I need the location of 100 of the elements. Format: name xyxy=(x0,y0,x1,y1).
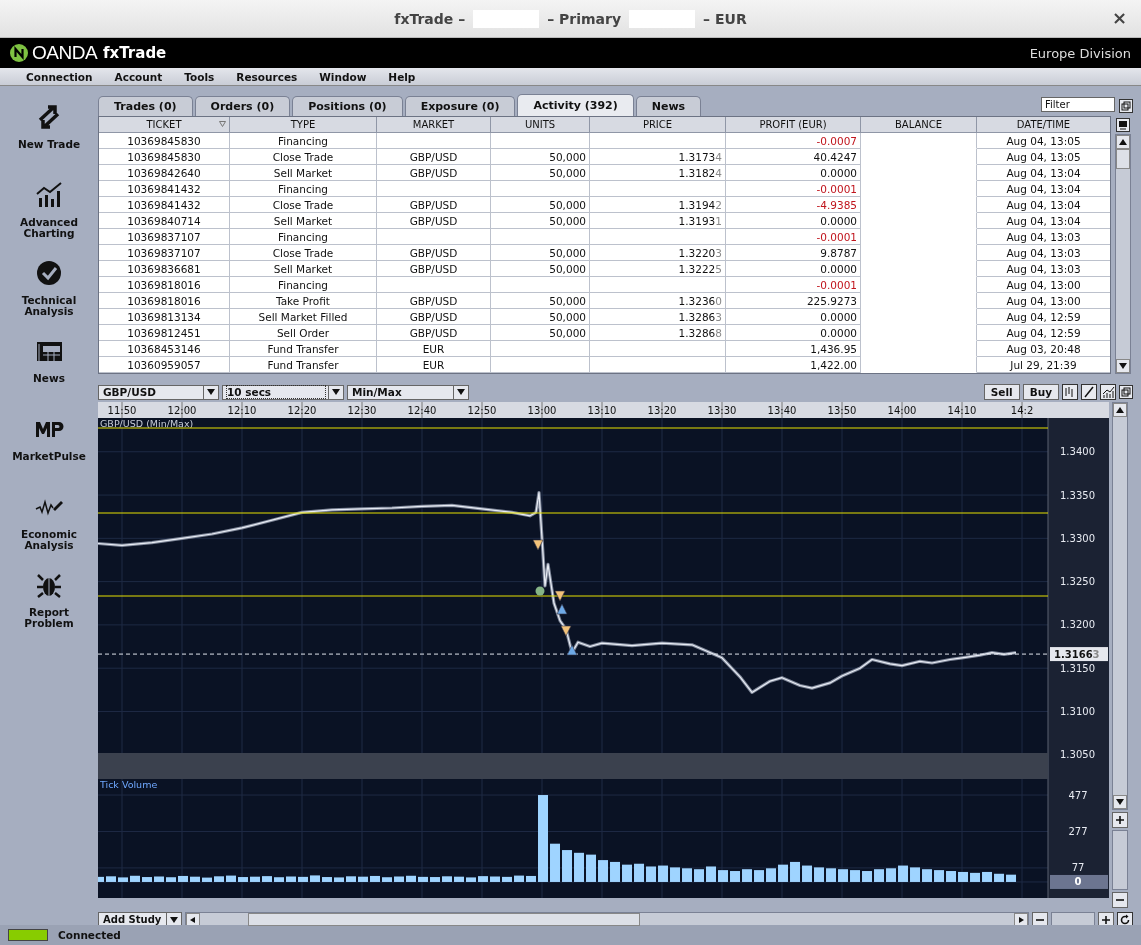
table-cell: Aug 03, 20:48 xyxy=(977,341,1110,357)
line-tool-icon[interactable] xyxy=(1081,384,1097,400)
close-button[interactable]: × xyxy=(1109,9,1129,27)
volume-bar xyxy=(826,868,836,882)
interval-dropdown[interactable]: 10 secs xyxy=(222,384,344,400)
menu-item[interactable]: Tools xyxy=(184,70,215,83)
column-header[interactable]: TICKET xyxy=(99,117,230,133)
table-settings-icon[interactable] xyxy=(1116,118,1130,132)
caret-icon[interactable] xyxy=(207,389,215,395)
column-header[interactable]: TYPE xyxy=(230,117,377,133)
trade-button[interactable]: Buy xyxy=(1022,384,1059,400)
table-cell: Fund Transfer xyxy=(230,357,377,373)
table-cell: 1.32868 xyxy=(590,325,726,341)
sidebar-item[interactable]: Report Problem xyxy=(4,607,94,629)
scroll-right-icon[interactable] xyxy=(1017,916,1025,923)
caret-icon[interactable] xyxy=(457,389,465,395)
tab[interactable]: Orders (0) xyxy=(194,96,291,116)
scroll-down-icon[interactable] xyxy=(1119,363,1127,369)
sidebar-item[interactable]: Technical Analysis xyxy=(4,295,94,317)
sidebar-item[interactable]: New Trade xyxy=(4,139,94,150)
volume-bar xyxy=(910,867,920,882)
instrument-dropdown[interactable]: GBP/USD xyxy=(98,384,219,400)
popout-icon[interactable] xyxy=(1119,385,1133,399)
tab[interactable]: Trades (0) xyxy=(98,96,193,116)
scroll-left-icon[interactable] xyxy=(189,916,197,923)
zoom-field[interactable] xyxy=(1051,912,1095,927)
menu-item[interactable]: Window xyxy=(319,70,367,83)
tab[interactable]: Activity (392) xyxy=(517,94,634,116)
time-label: 12:10 xyxy=(227,405,257,416)
trade-markers-drawing[interactable] xyxy=(532,539,578,656)
table-cell: Financing xyxy=(230,277,377,293)
column-header[interactable]: BALANCE xyxy=(861,117,977,133)
volume-bar xyxy=(934,870,944,882)
scroll-down-icon[interactable] xyxy=(1116,799,1124,805)
volume-bar xyxy=(274,877,284,882)
division-label: Europe Division xyxy=(1029,45,1131,61)
volume-bar xyxy=(226,875,236,882)
table-cell: 0.0000 xyxy=(726,325,861,341)
caret-icon[interactable] xyxy=(332,389,340,395)
table-cell: 10369837107 xyxy=(99,245,230,261)
table-cell: GBP/USD xyxy=(377,197,491,213)
column-header[interactable]: PROFIT (EUR) xyxy=(726,117,861,133)
scroll-up-icon[interactable] xyxy=(1116,407,1124,413)
column-header[interactable]: PRICE xyxy=(590,117,726,133)
table-cell: 10369836681 xyxy=(99,261,230,277)
bars-icon[interactable] xyxy=(1062,384,1078,400)
volume-bar xyxy=(490,876,500,882)
table-cell: Aug 04, 13:00 xyxy=(977,293,1110,309)
caret-icon[interactable] xyxy=(170,916,178,923)
sidebar-item[interactable]: News xyxy=(4,373,94,384)
sidebar-item[interactable]: Economic Analysis xyxy=(4,529,94,551)
table-cell: 1.31734 xyxy=(590,149,726,165)
tab[interactable]: Positions (0) xyxy=(292,96,403,116)
volume-bar xyxy=(814,867,824,882)
menu-item[interactable]: Help xyxy=(388,70,416,83)
chart-icon[interactable] xyxy=(34,180,64,210)
sidebar-item[interactable]: MarketPulse xyxy=(4,451,94,462)
scrollbar[interactable] xyxy=(1115,134,1131,374)
tab[interactable]: Exposure (0) xyxy=(404,96,516,116)
scroll-thumb[interactable] xyxy=(1116,149,1130,169)
time-label: 14:10 xyxy=(947,405,977,416)
zoom-in-icon[interactable] xyxy=(1112,812,1128,828)
volume-bar xyxy=(334,877,344,882)
chart-title: GBP/USD (Min/Max) xyxy=(100,418,194,429)
volume-bar xyxy=(406,875,416,882)
volume-bar xyxy=(790,861,800,882)
table-cell: Sell Market xyxy=(230,213,377,229)
volume-bar xyxy=(130,875,140,882)
sidebar-item[interactable]: Advanced Charting xyxy=(4,217,94,239)
scroll-thumb[interactable] xyxy=(248,913,640,926)
checkmark-icon[interactable] xyxy=(34,258,64,288)
column-header[interactable]: UNITS xyxy=(491,117,590,133)
zoom-out-icon[interactable] xyxy=(1112,892,1128,908)
table-cell: -0.0001 xyxy=(726,181,861,197)
price-label: 1.3350 xyxy=(1060,489,1095,501)
menu-item[interactable]: Connection xyxy=(26,70,93,83)
filter-field[interactable]: Filter xyxy=(1041,97,1115,112)
volume-bar xyxy=(514,875,524,882)
menu-item[interactable]: Account xyxy=(114,70,163,83)
volume-bar xyxy=(502,876,512,882)
scrollbar[interactable] xyxy=(1112,402,1128,810)
volume-bar xyxy=(154,876,164,882)
column-header[interactable]: DATE/TIME xyxy=(977,117,1110,133)
trade-button[interactable]: Sell xyxy=(983,384,1020,400)
price-label: 1.3250 xyxy=(1060,576,1095,588)
sort-icon[interactable] xyxy=(219,121,226,127)
table-cell: 1.31942 xyxy=(590,197,726,213)
table-cell: GBP/USD xyxy=(377,149,491,165)
style-dropdown[interactable]: Min/Max xyxy=(347,384,469,400)
volume-bar xyxy=(850,870,860,882)
volume-bar xyxy=(98,876,104,882)
zoom-track[interactable] xyxy=(1112,830,1128,890)
table-cell: 10369812451 xyxy=(99,325,230,341)
scroll-up-icon[interactable] xyxy=(1119,139,1127,145)
chart-type-icon[interactable] xyxy=(1100,384,1116,400)
popout-icon[interactable] xyxy=(1119,99,1133,113)
column-header[interactable]: MARKET xyxy=(377,117,491,133)
volume-bar xyxy=(106,876,116,882)
tab[interactable]: News xyxy=(635,96,702,116)
menu-item[interactable]: Resources xyxy=(236,70,298,83)
